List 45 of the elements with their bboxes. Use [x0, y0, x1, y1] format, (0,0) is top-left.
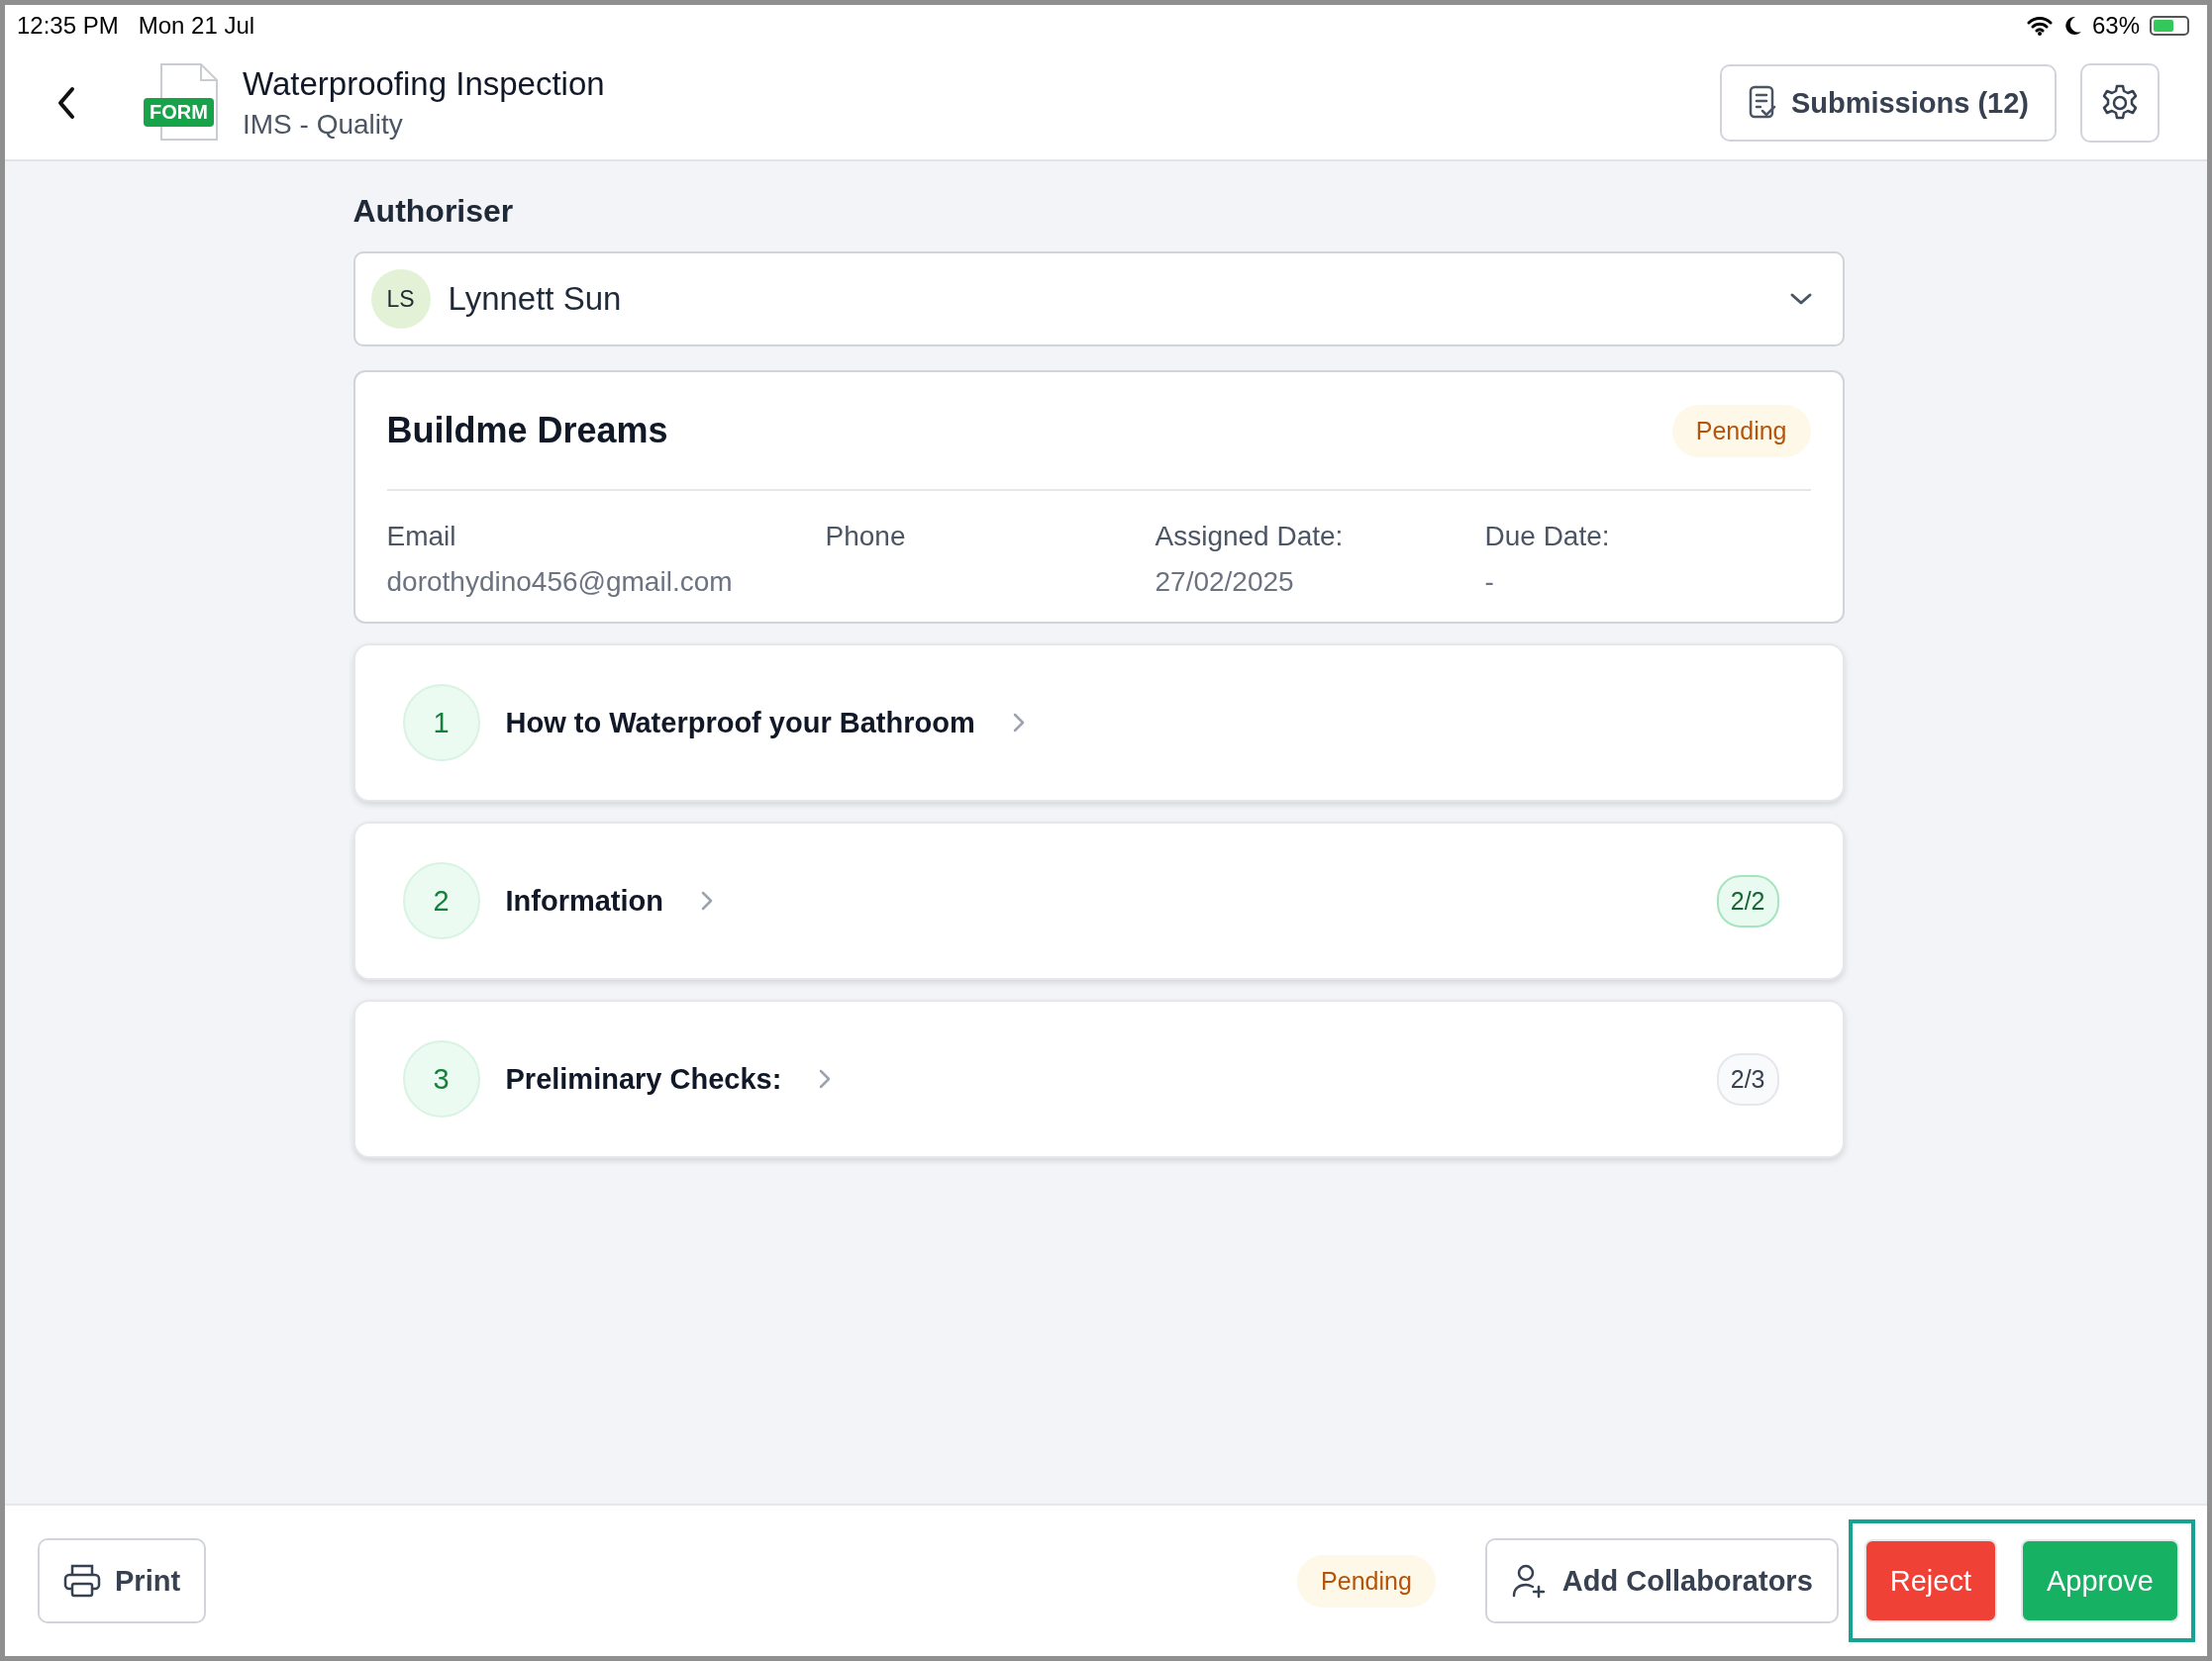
section-number: 2 — [402, 862, 480, 939]
section-title: How to Waterproof your Bathroom — [505, 706, 975, 739]
chevron-down-icon — [1788, 292, 1813, 306]
avatar-initials: LS — [370, 269, 431, 329]
print-button[interactable]: Print — [38, 1538, 207, 1623]
chevron-right-icon — [1012, 713, 1025, 733]
status-date: Mon 21 Jul — [138, 12, 255, 40]
field-value: - — [1484, 566, 1495, 598]
printer-icon — [63, 1563, 101, 1599]
section-card[interactable]: 2 Information 2/2 — [352, 822, 1845, 980]
field-label: Email — [386, 521, 457, 552]
back-icon — [56, 86, 76, 120]
section-title: Information — [505, 884, 663, 918]
reject-button[interactable]: Reject — [1863, 1539, 1997, 1622]
field-value: dorothydino456@gmail.com — [386, 566, 734, 598]
field-label: Due Date: — [1484, 521, 1610, 552]
settings-button[interactable] — [2080, 63, 2160, 143]
section-number: 1 — [402, 684, 480, 761]
field-label: Assigned Date: — [1155, 521, 1345, 552]
authoriser-name: Lynnett Sun — [448, 280, 623, 318]
status-badge: Pending — [1671, 404, 1811, 457]
form-title: Waterproofing Inspection — [243, 65, 606, 103]
form-badge: FORM — [144, 98, 214, 127]
add-collaborators-button[interactable]: Add Collaborators — [1484, 1538, 1839, 1623]
section-number: 3 — [402, 1040, 480, 1118]
progress-badge: 2/2 — [1716, 874, 1779, 928]
section-card[interactable]: 1 How to Waterproof your Bathroom — [352, 643, 1845, 802]
chevron-right-icon — [819, 1069, 832, 1089]
progress-badge: 2/3 — [1716, 1052, 1779, 1106]
battery-percent: 63% — [2091, 12, 2140, 40]
submissions-button[interactable]: Submissions (12) — [1719, 64, 2057, 142]
form-subtitle: IMS - Quality — [243, 109, 404, 141]
battery-icon — [2150, 16, 2189, 36]
field-value: 27/02/2025 — [1155, 566, 1295, 598]
assignee-name: Buildme Dreams — [386, 410, 668, 451]
status-badge: Pending — [1297, 1554, 1436, 1608]
field-label: Phone — [825, 521, 907, 552]
authoriser-label: Authoriser — [352, 193, 515, 230]
authoriser-dropdown[interactable]: LS Lynnett Sun — [352, 251, 1845, 346]
section-card[interactable]: 3 Preliminary Checks: 2/3 — [352, 1000, 1845, 1158]
wifi-icon — [2026, 16, 2053, 36]
section-title: Preliminary Checks: — [505, 1062, 782, 1096]
chevron-right-icon — [701, 891, 713, 911]
document-check-icon — [1747, 85, 1777, 121]
status-time: 12:35 PM — [17, 12, 119, 40]
